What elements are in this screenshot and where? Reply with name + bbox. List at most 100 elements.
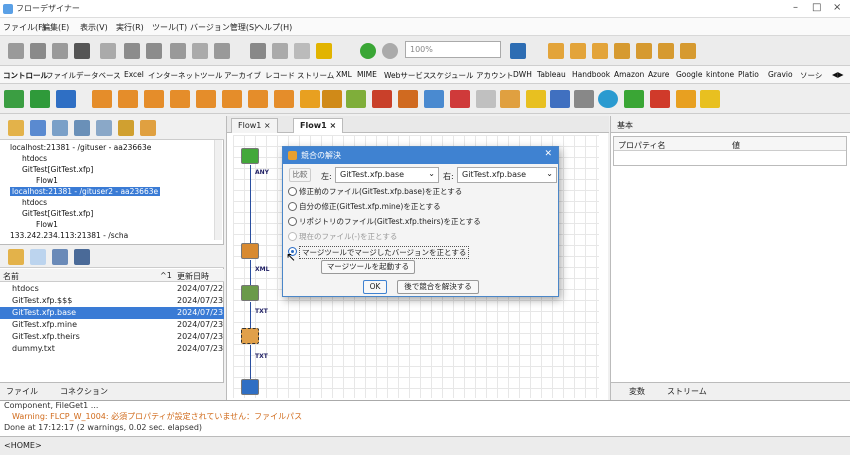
tab-scroll-arrows[interactable]: ◀▶ bbox=[832, 70, 844, 79]
canvas-tab-2[interactable]: Flow1 × bbox=[293, 118, 344, 133]
compare-button[interactable]: 比較 bbox=[289, 168, 311, 182]
connect-icon[interactable] bbox=[52, 120, 68, 136]
repo-add-icon[interactable] bbox=[570, 43, 586, 59]
custom-component-icon[interactable] bbox=[676, 90, 696, 108]
menu-version-control[interactable]: バージョン管理(S) bbox=[190, 22, 257, 33]
run-icon[interactable] bbox=[272, 43, 288, 59]
maximize-icon[interactable]: □ bbox=[812, 2, 821, 13]
back-icon[interactable] bbox=[360, 43, 376, 59]
tab-database[interactable]: データベース bbox=[76, 70, 121, 81]
save-all-icon[interactable] bbox=[52, 43, 68, 59]
loop-record-component-icon[interactable] bbox=[274, 90, 294, 108]
left-file-select[interactable]: GitTest.xfp.base ⌄ bbox=[335, 167, 439, 183]
repo-commit-icon[interactable] bbox=[592, 43, 608, 59]
menu-run[interactable]: 実行(R) bbox=[116, 22, 144, 33]
tab-files[interactable]: ファイル bbox=[6, 386, 38, 397]
zoom-select[interactable]: 100% bbox=[405, 41, 501, 58]
tab-variables[interactable]: 変数 bbox=[629, 386, 645, 397]
end-component-icon[interactable] bbox=[56, 90, 76, 108]
raise-error-component-icon[interactable] bbox=[650, 90, 670, 108]
launch-merge-tool-button[interactable]: マージツールを起動する bbox=[321, 260, 415, 274]
col-property[interactable]: プロパティ名 bbox=[618, 140, 666, 151]
tab-excel[interactable]: Excel bbox=[124, 70, 144, 79]
variable-component-icon[interactable] bbox=[372, 90, 392, 108]
tab-gravio[interactable]: Gravio bbox=[768, 70, 793, 79]
tree-item-flow-2[interactable]: Flow1 bbox=[36, 220, 58, 229]
repo-update-icon[interactable] bbox=[614, 43, 630, 59]
file-row-selected[interactable]: GitTest.xfp.base 2024/07/23 bbox=[0, 307, 224, 319]
convert-node[interactable] bbox=[241, 285, 259, 301]
close-icon[interactable]: × bbox=[833, 2, 841, 13]
stream-start-component-icon[interactable] bbox=[30, 90, 50, 108]
server-icon[interactable] bbox=[30, 120, 46, 136]
copy-icon[interactable] bbox=[192, 43, 208, 59]
tab-xml[interactable]: XML bbox=[336, 70, 352, 79]
log-component-icon[interactable] bbox=[624, 90, 644, 108]
regex-condition-component-icon[interactable] bbox=[170, 90, 190, 108]
right-file-select[interactable]: GitTest.xfp.base ⌄ bbox=[457, 167, 557, 183]
redo-icon[interactable] bbox=[146, 43, 162, 59]
export-icon[interactable] bbox=[140, 120, 156, 136]
open-folder-icon[interactable] bbox=[8, 249, 24, 265]
repo-push-icon[interactable] bbox=[658, 43, 674, 59]
tree-item-flow[interactable]: Flow1 bbox=[36, 176, 58, 185]
file-row[interactable]: GitTest.xfp.mine 2024/07/23 bbox=[0, 319, 224, 331]
tree-item-project-2[interactable]: GitTest[GitTest.xfp] bbox=[22, 209, 93, 218]
tab-platio[interactable]: Platio bbox=[738, 70, 759, 79]
upload-icon[interactable] bbox=[74, 249, 90, 265]
join-component-icon[interactable] bbox=[322, 90, 342, 108]
tab-handbook[interactable]: Handbook bbox=[572, 70, 610, 79]
repo-merge-icon[interactable] bbox=[636, 43, 652, 59]
tab-social[interactable]: ソーシ bbox=[800, 70, 822, 81]
tab-internet[interactable]: インターネット bbox=[148, 70, 201, 81]
tab-account[interactable]: アカウント bbox=[476, 70, 514, 81]
file-row[interactable]: dummy.txt 2024/07/23 bbox=[0, 343, 224, 355]
text-condition-component-icon[interactable] bbox=[144, 90, 164, 108]
menu-edit[interactable]: 編集(E) bbox=[42, 22, 69, 33]
save-icon[interactable] bbox=[30, 43, 46, 59]
tab-file[interactable]: ファイル bbox=[46, 70, 76, 81]
merge-component-icon[interactable] bbox=[300, 90, 320, 108]
tab-tools[interactable]: ツール bbox=[200, 70, 223, 81]
tab-google[interactable]: Google bbox=[676, 70, 702, 79]
tab-amazon[interactable]: Amazon bbox=[614, 70, 644, 79]
minimize-icon[interactable]: – bbox=[793, 2, 798, 13]
resolve-later-button[interactable]: 後で競合を解決する bbox=[397, 280, 479, 294]
radio-base[interactable] bbox=[288, 187, 297, 196]
tree-server-1[interactable]: localhost:21381 - /gituser - aa23663e bbox=[10, 143, 151, 152]
repo-pull-icon[interactable] bbox=[680, 43, 696, 59]
radio-current[interactable] bbox=[288, 232, 297, 241]
new-file-icon[interactable] bbox=[30, 249, 46, 265]
tab-schedule[interactable]: スケジュール bbox=[429, 70, 473, 81]
sleep-component-icon[interactable] bbox=[526, 90, 546, 108]
global-component-icon[interactable] bbox=[598, 90, 618, 108]
paste-icon[interactable] bbox=[214, 43, 230, 59]
tree-item-htdocs[interactable]: htdocs bbox=[22, 154, 47, 163]
canvas-tab-1[interactable]: Flow1 × bbox=[231, 118, 278, 133]
tab-mime[interactable]: MIME bbox=[357, 70, 377, 79]
tab-control[interactable]: コントロール bbox=[3, 70, 48, 81]
counter-component-icon[interactable] bbox=[398, 90, 418, 108]
file-row[interactable]: GitTest.xfp.$$$ 2024/07/23 bbox=[0, 295, 224, 307]
menu-view[interactable]: 表示(V) bbox=[80, 22, 108, 33]
fit-icon[interactable] bbox=[510, 43, 526, 59]
cut-icon[interactable] bbox=[170, 43, 186, 59]
settings-icon[interactable] bbox=[118, 120, 134, 136]
menu-file[interactable]: ファイル(F) bbox=[3, 22, 46, 33]
end-node[interactable] bbox=[241, 379, 259, 395]
file-row[interactable]: htdocs 2024/07/22 bbox=[0, 283, 224, 295]
tab-tableau[interactable]: Tableau bbox=[537, 70, 566, 79]
tree-server-3[interactable]: 133.242.234.113:21381 - /scha bbox=[10, 231, 128, 240]
menu-help[interactable]: ヘルプ(H) bbox=[256, 22, 292, 33]
col-modified[interactable]: 更新日時 bbox=[177, 271, 209, 282]
col-name[interactable]: 名前 bbox=[3, 271, 19, 282]
tab-connections[interactable]: コネクション bbox=[60, 386, 108, 397]
return-component-icon[interactable] bbox=[700, 90, 720, 108]
tab-streams[interactable]: ストリーム bbox=[667, 386, 707, 397]
condition-component-icon[interactable] bbox=[118, 90, 138, 108]
new-icon[interactable] bbox=[8, 43, 24, 59]
table-component-icon[interactable] bbox=[346, 90, 366, 108]
undo-icon[interactable] bbox=[124, 43, 140, 59]
loop-file-component-icon[interactable] bbox=[248, 90, 268, 108]
print-icon[interactable] bbox=[100, 43, 116, 59]
